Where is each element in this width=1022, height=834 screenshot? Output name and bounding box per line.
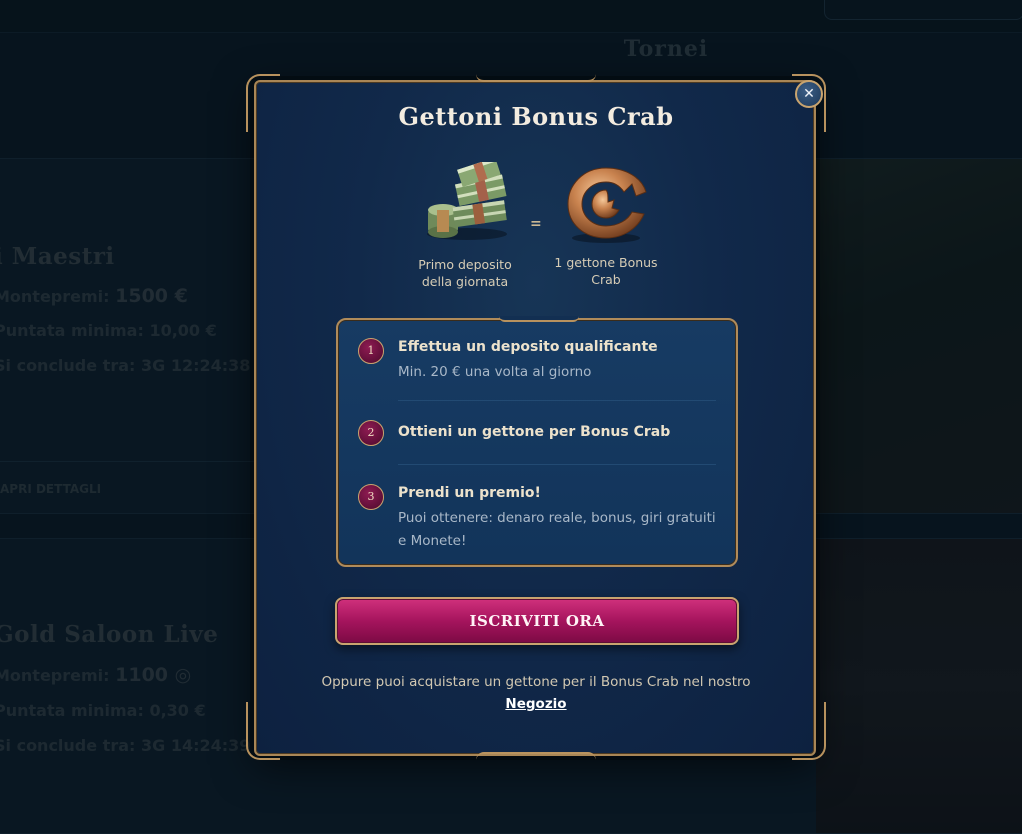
- shop-link[interactable]: Negozio: [505, 696, 566, 712]
- step-number: 1: [358, 338, 384, 364]
- step-number: 3: [358, 484, 384, 510]
- cash-stack-icon: [427, 162, 507, 240]
- divider: [398, 400, 716, 401]
- top-ornament: [476, 74, 596, 82]
- corner-ornament: [792, 702, 826, 760]
- step-number: 2: [358, 420, 384, 446]
- corner-ornament: [246, 702, 280, 760]
- steps-ornament: [499, 316, 579, 322]
- step-title: Effettua un deposito qualificante: [398, 339, 658, 355]
- divider: [398, 464, 716, 465]
- equals-sign: =: [530, 216, 542, 232]
- step-title: Prendi un premio!: [398, 485, 541, 501]
- first-deposit-label: Primo deposito della giornata: [418, 257, 512, 289]
- step-title: Ottieni un gettone per Bonus Crab: [398, 424, 671, 440]
- footer-note: Oppure puoi acquistare un gettone per il…: [316, 671, 756, 715]
- bonus-crab-modal: ✕ Gettoni Bonus Crab = Primo deposito de…: [246, 74, 826, 760]
- bottom-ornament: [476, 752, 596, 760]
- signup-now-button[interactable]: ISCRIVITI ORA: [335, 597, 739, 645]
- token-label: 1 gettone Bonus Crab: [554, 255, 658, 287]
- step-description: Min. 20 € una volta al giorno: [398, 364, 592, 380]
- footer-text: Oppure puoi acquistare un gettone per il…: [321, 674, 751, 690]
- crab-token-icon: [567, 167, 647, 243]
- close-icon: ✕: [803, 86, 815, 102]
- step-description: Puoi ottenere: denaro reale, bonus, giri…: [398, 510, 716, 549]
- steps-panel: 1 Effettua un deposito qualificante Min.…: [336, 316, 738, 567]
- modal-title: Gettoni Bonus Crab: [398, 102, 674, 131]
